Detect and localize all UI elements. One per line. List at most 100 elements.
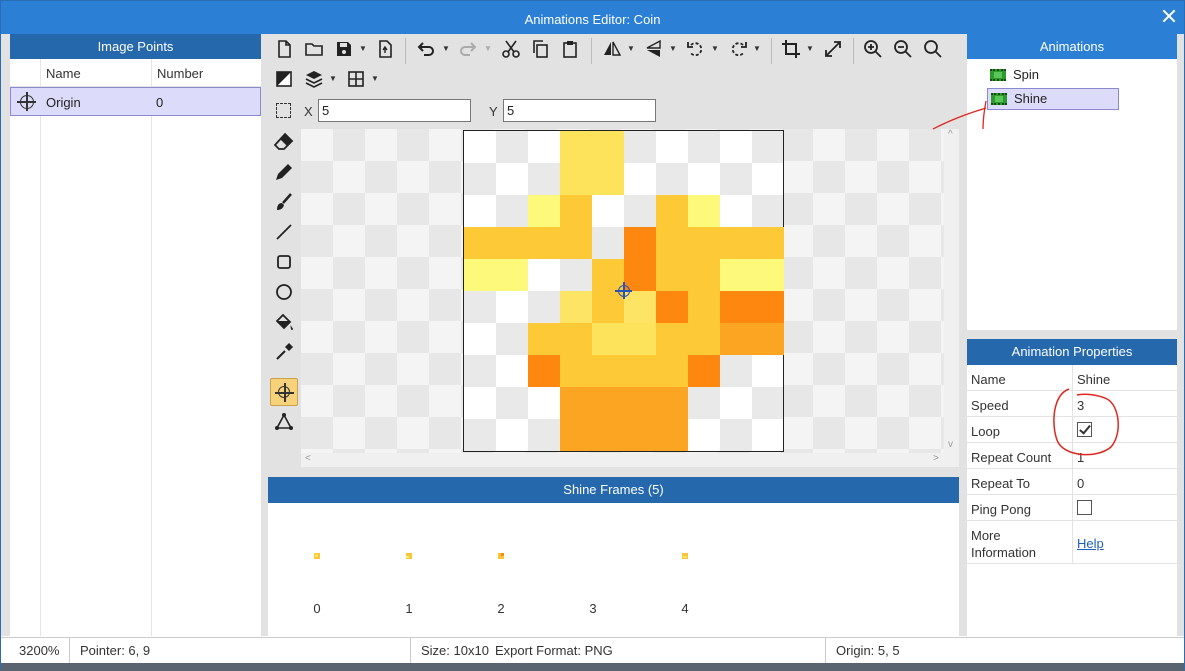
grid-dropdown-icon[interactable]: ▼: [371, 69, 379, 89]
ping-pong-checkbox[interactable]: [1077, 500, 1092, 515]
frame-thumbnail[interactable]: 0: [297, 543, 337, 616]
brush-icon[interactable]: [270, 188, 298, 216]
rotate-right-icon[interactable]: [728, 39, 748, 59]
flip-horizontal-icon[interactable]: [602, 39, 622, 59]
points-tool-icon[interactable]: [270, 408, 298, 436]
y-input[interactable]: [503, 99, 656, 122]
flip-horizontal-dropdown-icon[interactable]: ▼: [627, 39, 635, 59]
column-header-name: Name: [46, 66, 81, 81]
zoom-level: 3200%: [19, 643, 60, 658]
sprite-pixel: [624, 259, 656, 291]
table-row[interactable]: Origin 0: [10, 87, 261, 116]
paste-icon[interactable]: [560, 39, 580, 59]
copy-icon[interactable]: [530, 39, 550, 59]
crop-dropdown-icon[interactable]: ▼: [806, 39, 814, 59]
property-label: Name: [971, 372, 1006, 387]
sprite-pixel: [528, 227, 560, 259]
rectangle-icon[interactable]: [270, 248, 298, 276]
property-row-more-information: More Information Help: [967, 521, 1177, 564]
rotate-left-icon[interactable]: [686, 39, 706, 59]
speed-value[interactable]: 3: [1077, 398, 1084, 413]
layers-icon[interactable]: [304, 69, 324, 89]
undo-icon[interactable]: [416, 39, 436, 59]
sprite-pixel: [464, 259, 496, 291]
close-icon[interactable]: [1162, 9, 1176, 23]
sprite-pixel: [496, 227, 528, 259]
sprite-pixel: [528, 355, 560, 387]
pencil-icon[interactable]: [270, 158, 298, 186]
help-link[interactable]: Help: [1077, 536, 1104, 551]
selection-icon[interactable]: [276, 103, 291, 118]
vertical-scrollbar[interactable]: ^ v: [944, 129, 959, 467]
repeat-to-value[interactable]: 0: [1077, 476, 1084, 491]
frame-number: 4: [681, 601, 689, 616]
image-points-panel: Image Points Name Number Origin 0: [10, 34, 261, 636]
sprite-pixel: [560, 323, 592, 355]
origin-tool-button[interactable]: [270, 378, 298, 406]
animation-item-spin[interactable]: Spin: [987, 65, 1039, 87]
x-input[interactable]: [318, 99, 471, 122]
sprite-pixel: [496, 259, 528, 291]
sprite-pixel: [528, 323, 560, 355]
loop-checkbox[interactable]: [1077, 422, 1092, 437]
animation-item-shine[interactable]: Shine: [987, 88, 1119, 110]
name-value[interactable]: Shine: [1077, 372, 1110, 387]
open-folder-icon[interactable]: [304, 39, 324, 59]
eraser-icon[interactable]: [270, 128, 298, 156]
toolbar-divider: [771, 38, 772, 64]
frame-thumbnail[interactable]: 2: [481, 543, 521, 616]
rotate-right-dropdown-icon[interactable]: ▼: [753, 39, 761, 59]
zoom-reset-icon[interactable]: [923, 39, 943, 59]
resize-icon[interactable]: [823, 39, 843, 59]
scroll-left-icon[interactable]: <: [305, 453, 311, 464]
redo-icon[interactable]: [458, 39, 478, 59]
animations-header: Animations: [967, 34, 1177, 59]
line-icon[interactable]: [270, 218, 298, 246]
export-format: Export Format: PNG: [495, 643, 613, 658]
save-icon[interactable]: [334, 39, 354, 59]
sprite-pixel: [624, 419, 656, 451]
scroll-up-icon[interactable]: ^: [948, 129, 953, 140]
property-label: Repeat To: [971, 476, 1031, 491]
flip-vertical-icon[interactable]: [644, 39, 664, 59]
frame-thumbnail[interactable]: 3: [573, 543, 613, 616]
eyedropper-icon[interactable]: [270, 338, 298, 366]
column-divider: [40, 59, 41, 636]
sprite-pixel: [656, 195, 688, 227]
rotate-left-dropdown-icon[interactable]: ▼: [711, 39, 719, 59]
horizontal-scrollbar[interactable]: < >: [301, 453, 944, 467]
paint-bucket-icon[interactable]: [270, 308, 298, 336]
scroll-down-icon[interactable]: v: [948, 439, 953, 450]
x-label: X: [304, 104, 313, 119]
sprite-pixel: [656, 323, 688, 355]
crop-icon[interactable]: [781, 39, 801, 59]
scroll-right-icon[interactable]: >: [933, 453, 939, 464]
origin-position: Origin: 5, 5: [836, 643, 900, 658]
sprite-pixel: [720, 291, 752, 323]
zoom-out-icon[interactable]: [893, 39, 913, 59]
frame-thumbnail[interactable]: 4: [665, 543, 705, 616]
origin-marker-icon[interactable]: [615, 282, 632, 299]
y-label: Y: [489, 104, 498, 119]
frame-thumbnail[interactable]: 1: [389, 543, 429, 616]
color-swap-icon[interactable]: [274, 69, 294, 89]
repeat-count-value[interactable]: 1: [1077, 450, 1084, 465]
sprite-pixel: [688, 227, 720, 259]
save-dropdown-icon[interactable]: ▼: [359, 39, 367, 59]
status-divider: [69, 638, 70, 664]
zoom-in-icon[interactable]: [863, 39, 883, 59]
sprite-pixel: [528, 195, 560, 227]
sprite-pixel: [592, 323, 624, 355]
ellipse-icon[interactable]: [270, 278, 298, 306]
grid-icon[interactable]: [346, 69, 366, 89]
flip-vertical-dropdown-icon[interactable]: ▼: [669, 39, 677, 59]
new-file-icon[interactable]: [274, 39, 294, 59]
sprite-pixel: [560, 355, 592, 387]
export-file-icon[interactable]: [375, 39, 395, 59]
property-row-repeat-to: Repeat To 0: [967, 469, 1177, 495]
redo-dropdown-icon[interactable]: ▼: [484, 39, 492, 59]
layers-dropdown-icon[interactable]: ▼: [329, 69, 337, 89]
column-divider: [151, 59, 152, 636]
cut-icon[interactable]: [501, 39, 521, 59]
undo-dropdown-icon[interactable]: ▼: [442, 39, 450, 59]
